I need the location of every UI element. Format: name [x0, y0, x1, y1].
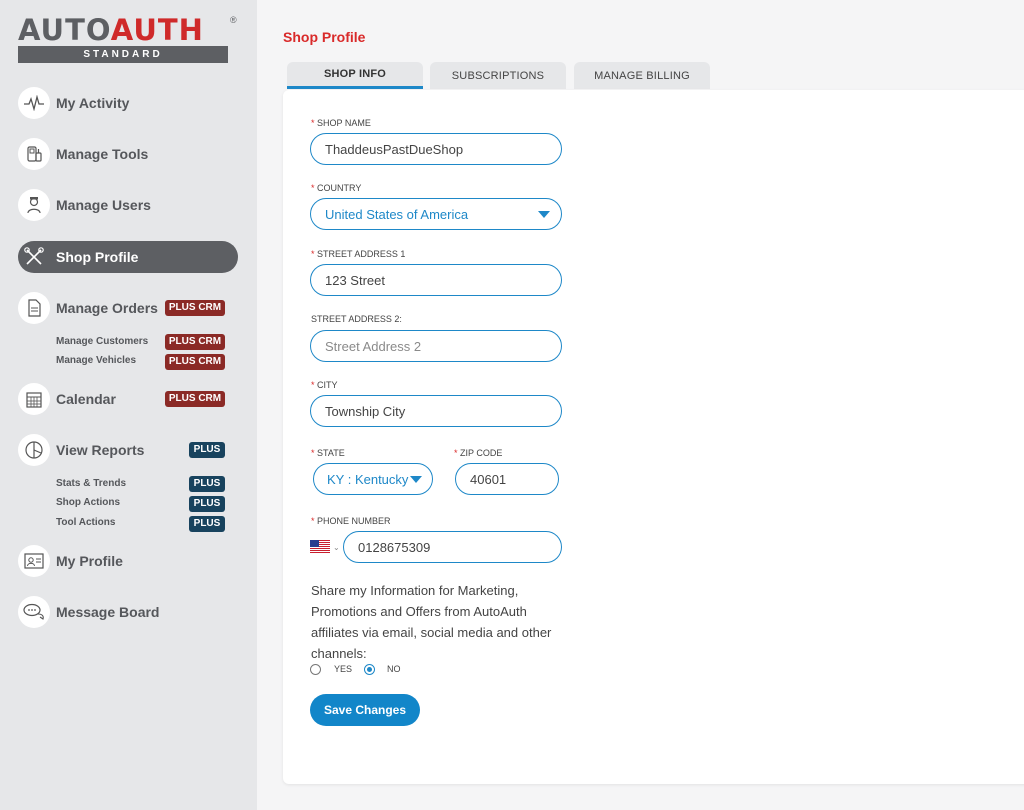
state-select[interactable]: KY : Kentucky [313, 463, 433, 495]
sidebar-item-message-board[interactable]: Message Board [18, 596, 238, 628]
sidebar-item-my-activity[interactable]: My Activity [18, 87, 238, 119]
plus-badge: PLUS [189, 496, 225, 512]
country-label: * COUNTRY [311, 183, 362, 193]
city-input[interactable] [310, 395, 562, 427]
sidebar-item-manage-tools[interactable]: Manage Tools [18, 138, 238, 170]
plus-crm-badge: PLUS CRM [165, 354, 225, 370]
phone-number-label: * PHONE NUMBER [311, 516, 391, 526]
page-title: Shop Profile [283, 29, 366, 45]
sidebar-item-my-profile[interactable]: My Profile [18, 545, 238, 577]
profile-card-icon [18, 545, 50, 577]
required-mark: * [311, 249, 315, 259]
consent-no-radio[interactable] [364, 664, 375, 675]
sidebar-item-label: Manage Tools [56, 146, 149, 162]
zip-code-label: * ZIP CODE [454, 448, 503, 458]
sidebar-subitem-manage-customers[interactable]: Manage Customers [56, 336, 148, 347]
shop-info-panel [283, 90, 1024, 784]
state-select-value: KY : Kentucky [327, 471, 409, 487]
logo-edition: STANDARD [18, 46, 228, 63]
consent-yes-label: YES [334, 664, 353, 674]
sidebar: AUTOAUTH ® STANDARD My Activity Manage T… [0, 0, 257, 810]
plus-badge: PLUS [189, 442, 225, 458]
plus-crm-badge: PLUS CRM [165, 334, 225, 350]
activity-icon [18, 87, 50, 119]
chevron-down-icon[interactable]: ⌄ [333, 543, 340, 552]
plus-crm-badge: PLUS CRM [165, 300, 225, 316]
country-select[interactable]: United States of America [310, 198, 562, 230]
required-mark: * [311, 380, 315, 390]
country-select-value: United States of America [325, 206, 469, 222]
sidebar-item-shop-profile[interactable]: Shop Profile [18, 241, 238, 273]
sidebar-subitem-tool-actions[interactable]: Tool Actions [56, 517, 115, 528]
zip-code-input[interactable] [455, 463, 559, 495]
consent-yes-radio[interactable] [310, 664, 321, 675]
pie-chart-icon [18, 434, 50, 466]
orders-icon [18, 292, 50, 324]
street-address-2-input[interactable] [310, 330, 562, 362]
users-icon [18, 189, 50, 221]
street-address-2-label: STREET ADDRESS 2: [311, 314, 402, 324]
sidebar-item-label: Calendar [56, 391, 116, 407]
sidebar-item-label: Manage Orders [56, 300, 158, 316]
sidebar-item-label: My Profile [56, 553, 123, 569]
logo-registered-mark: ® [230, 15, 237, 25]
required-mark: * [454, 448, 458, 458]
state-label: * STATE [311, 448, 345, 458]
logo-auth: AUTH [110, 13, 204, 47]
sidebar-item-manage-users[interactable]: Manage Users [18, 189, 238, 221]
tools-icon [18, 138, 50, 170]
required-mark: * [311, 516, 315, 526]
calendar-icon [18, 383, 50, 415]
required-mark: * [311, 118, 315, 128]
sidebar-item-label: Shop Profile [56, 249, 139, 265]
plus-badge: PLUS [189, 516, 225, 532]
tab-subscriptions[interactable]: SUBSCRIPTIONS [430, 62, 566, 89]
sidebar-item-label: My Activity [56, 95, 130, 111]
plus-crm-badge: PLUS CRM [165, 391, 225, 407]
city-label: * CITY [311, 380, 338, 390]
chevron-down-icon [538, 211, 550, 218]
required-mark: * [311, 183, 315, 193]
shop-name-input[interactable] [310, 133, 562, 165]
sidebar-item-label: Message Board [56, 604, 160, 620]
tab-manage-billing[interactable]: MANAGE BILLING [574, 62, 710, 89]
street-address-1-label: * STREET ADDRESS 1 [311, 249, 406, 259]
chat-icon [18, 596, 50, 628]
us-flag-icon[interactable] [310, 540, 330, 553]
shop-name-label: * SHOP NAME [311, 118, 371, 128]
sidebar-subitem-shop-actions[interactable]: Shop Actions [56, 497, 120, 508]
required-mark: * [311, 448, 315, 458]
sidebar-item-label: Manage Users [56, 197, 151, 213]
tab-shop-info[interactable]: SHOP INFO [287, 62, 423, 89]
street-address-1-input[interactable] [310, 264, 562, 296]
wrench-icon [18, 241, 50, 273]
sidebar-subitem-stats-trends[interactable]: Stats & Trends [56, 478, 126, 489]
sidebar-subitem-manage-vehicles[interactable]: Manage Vehicles [56, 355, 136, 366]
logo-auto: AUTO [18, 13, 111, 47]
sidebar-item-label: View Reports [56, 442, 145, 458]
consent-no-label: NO [387, 664, 401, 674]
plus-badge: PLUS [189, 476, 225, 492]
phone-number-input[interactable] [343, 531, 562, 563]
marketing-consent-text: Share my Information for Marketing, Prom… [311, 583, 552, 661]
save-changes-button[interactable]: Save Changes [310, 694, 420, 726]
autoauth-logo[interactable]: AUTOAUTH ® STANDARD [18, 13, 237, 63]
chevron-down-icon [410, 476, 422, 483]
